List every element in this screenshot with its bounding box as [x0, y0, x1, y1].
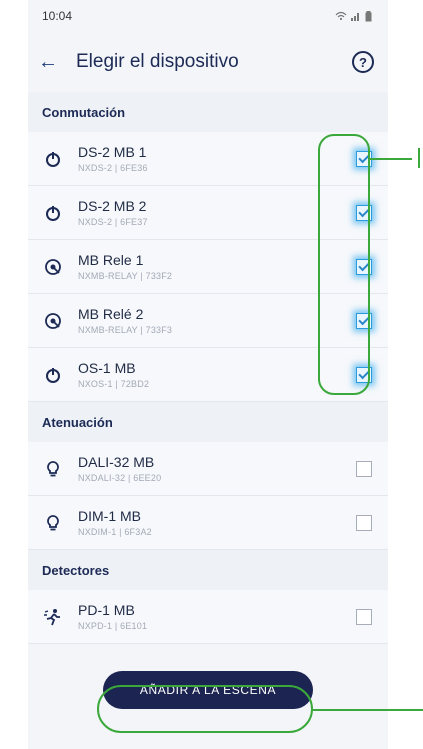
device-checkbox[interactable]	[356, 460, 372, 477]
device-subtitle: NXDIM-1 | 6F3A2	[78, 527, 152, 537]
device-row[interactable]: PD-1 MB NXPD-1 | 6E101	[28, 590, 388, 644]
button-highlight	[97, 685, 313, 733]
device-name: DS-2 MB 1	[78, 144, 147, 160]
signal-icon	[351, 13, 359, 21]
device-name: MB Rele 1	[78, 252, 144, 268]
bulb-icon	[42, 458, 64, 480]
help-icon[interactable]: ?	[352, 51, 374, 73]
power-icon	[42, 202, 64, 224]
annotation-line	[370, 158, 412, 160]
section-header: Atenuación	[28, 402, 388, 442]
page-title: Elegir el dispositivo	[76, 51, 239, 72]
device-subtitle: NXDS-2 | 6FE37	[78, 217, 148, 227]
device-subtitle: NXDS-2 | 6FE36	[78, 163, 148, 173]
wifi-icon	[335, 11, 347, 21]
device-name: DS-2 MB 2	[78, 198, 147, 214]
relay-icon	[42, 256, 64, 278]
device-name: DALI-32 MB	[78, 454, 155, 470]
annotation-marker	[418, 148, 420, 168]
power-icon	[42, 364, 64, 386]
relay-icon	[42, 310, 64, 332]
device-row[interactable]: DIM-1 MB NXDIM-1 | 6F3A2	[28, 496, 388, 550]
app-bar: ← Elegir el dispositivo ?	[28, 32, 388, 92]
device-checkbox[interactable]	[356, 514, 372, 531]
device-checkbox[interactable]	[356, 608, 372, 625]
device-row[interactable]: DALI-32 MB NXDALI-32 | 6EE20	[28, 442, 388, 496]
device-name: MB Relé 2	[78, 306, 144, 322]
section-header: Detectores	[28, 550, 388, 590]
power-icon	[42, 148, 64, 170]
device-subtitle: NXOS-1 | 72BD2	[78, 379, 150, 389]
status-icons	[335, 10, 372, 22]
section-header: Conmutación	[28, 92, 388, 132]
device-name: OS-1 MB	[78, 360, 136, 376]
device-name: PD-1 MB	[78, 602, 135, 618]
battery-icon	[365, 10, 372, 21]
device-subtitle: NXMB-RELAY | 733F2	[78, 271, 173, 281]
bulb-icon	[42, 512, 64, 534]
device-subtitle: NXMB-RELAY | 733F3	[78, 325, 173, 335]
annotation-line	[313, 709, 423, 711]
motion-icon	[42, 606, 64, 628]
device-subtitle: NXPD-1 | 6E101	[78, 621, 148, 631]
device-subtitle: NXDALI-32 | 6EE20	[78, 473, 162, 483]
status-bar: 10:04	[28, 0, 388, 32]
checkbox-highlight	[318, 134, 370, 395]
back-arrow-icon[interactable]: ←	[38, 51, 62, 74]
status-time: 10:04	[42, 9, 73, 23]
device-name: DIM-1 MB	[78, 508, 141, 524]
